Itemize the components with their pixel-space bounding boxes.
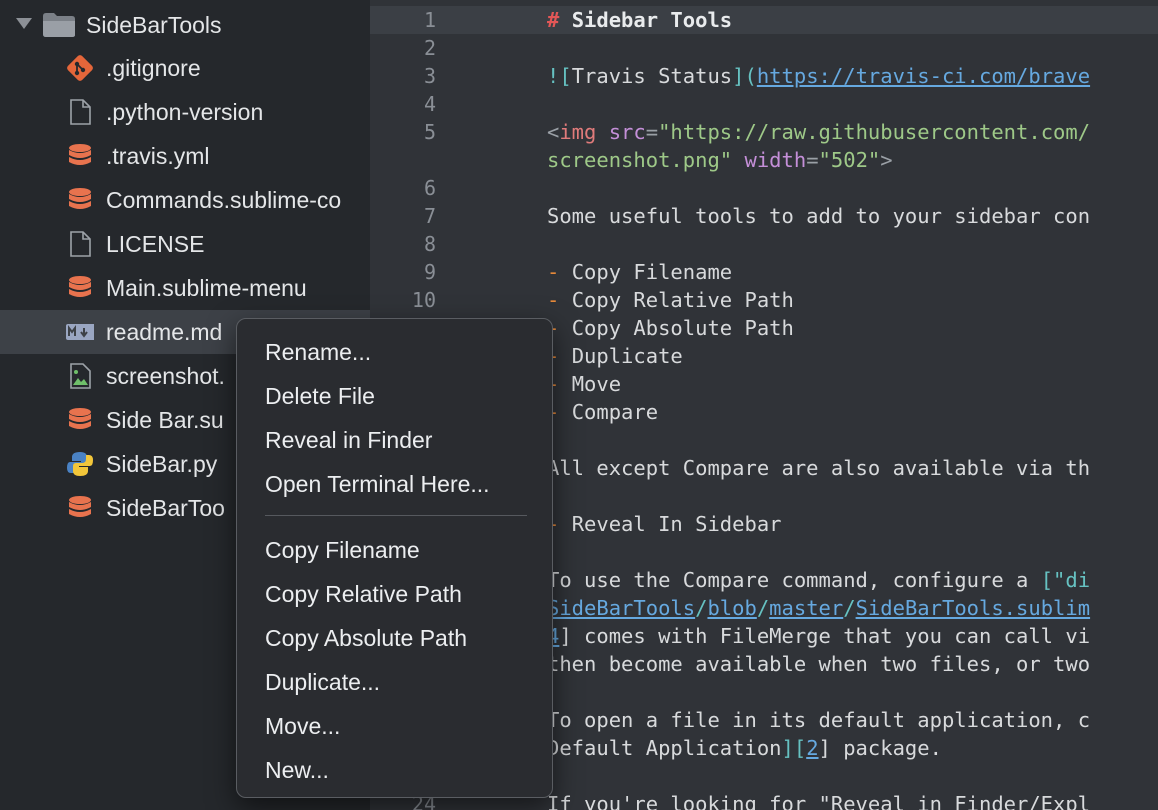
line-number: 8 (423, 232, 436, 256)
menu-separator (265, 515, 527, 516)
database-icon (69, 188, 91, 209)
file-row-commands[interactable]: Commands.sublime-co (0, 178, 370, 222)
file-label: .python-version (106, 99, 264, 125)
file-label: readme.md (106, 319, 223, 345)
file-label: SideBarToo (106, 495, 225, 521)
blank-file-icon (70, 231, 91, 257)
code-line: ![Travis Status](https://travis-ci.com/b… (547, 64, 1091, 88)
file-label: .travis.yml (106, 143, 210, 169)
line-number: 7 (423, 204, 436, 228)
line-number: 9 (423, 260, 436, 284)
line-number: 6 (423, 176, 436, 200)
file-row-python-version[interactable]: .python-version (0, 90, 370, 134)
code-line: All except Compare are also available vi… (547, 456, 1091, 480)
folder-label: SideBarTools (86, 12, 222, 38)
code-line: screenshot.png" width="502"> (547, 148, 893, 172)
line-number: 10 (411, 288, 436, 312)
menu-item-reveal-in-finder[interactable]: Reveal in Finder (265, 425, 432, 455)
database-icon (69, 408, 91, 429)
python-icon (67, 452, 93, 476)
folder-row-sidebartools[interactable]: SideBarTools (0, 2, 370, 46)
code-line: - Copy Filename (547, 260, 733, 284)
file-label: screenshot. (106, 363, 225, 389)
file-label: SideBar.py (106, 451, 218, 477)
database-icon (69, 276, 91, 297)
database-icon (69, 144, 91, 165)
markdown-icon (66, 324, 94, 340)
menu-item-open-terminal-here[interactable]: Open Terminal Here... (265, 469, 490, 499)
menu-item-copy-absolute-path[interactable]: Copy Absolute Path (265, 623, 467, 653)
code-line: If you're looking for "Reveal in Finder/… (547, 792, 1091, 810)
code-link: https://travis-ci.com/brave (756, 64, 1091, 88)
code-line: 4] comes with FileMerge that you can cal… (547, 624, 1091, 648)
code-line: - Reveal In Sidebar (547, 512, 782, 536)
file-label: .gitignore (106, 55, 201, 81)
menu-item-copy-filename[interactable]: Copy Filename (265, 535, 420, 565)
code-line: <img src="https://raw.githubusercontent.… (547, 120, 1091, 144)
code-line: SideBarTools/blob/master/SideBarTools.su… (547, 596, 1091, 620)
code-line: To open a file in its default applicatio… (547, 708, 1091, 732)
code-line: Default Application][2] package. (547, 736, 942, 760)
line-number: 3 (423, 64, 436, 88)
menu-item-duplicate[interactable]: Duplicate... (265, 667, 380, 697)
menu-item-new[interactable]: New... (265, 755, 329, 785)
blank-file-icon (70, 99, 91, 125)
code-line: - Duplicate (547, 344, 683, 368)
menu-item-rename[interactable]: Rename... (265, 337, 371, 367)
code-line: - Copy Absolute Path (547, 316, 794, 340)
disclosure-triangle-icon[interactable] (16, 18, 32, 29)
line-number: 4 (423, 92, 436, 116)
menu-item-delete-file[interactable]: Delete File (265, 381, 375, 411)
folder-icon (43, 13, 75, 37)
file-row-main-menu[interactable]: Main.sublime-menu (0, 266, 370, 310)
image-file-icon (70, 363, 91, 389)
file-label: Commands.sublime-co (106, 187, 342, 213)
code-line: Some useful tools to add to your sidebar… (547, 204, 1091, 228)
code-line: To use the Compare command, configure a … (547, 568, 1091, 592)
code-line: - Copy Relative Path (547, 288, 794, 312)
context-menu: Rename... Delete File Reveal in Finder O… (236, 318, 553, 798)
file-label: Side Bar.su (106, 407, 224, 433)
file-row-license[interactable]: LICENSE (0, 222, 370, 266)
git-icon (67, 55, 93, 81)
line-number: 5 (423, 120, 436, 144)
file-row-gitignore[interactable]: .gitignore (0, 46, 370, 90)
code-line: # Sidebar Tools (547, 8, 733, 32)
current-line-highlight (370, 6, 1158, 34)
line-number: 2 (423, 36, 436, 60)
menu-item-copy-relative-path[interactable]: Copy Relative Path (265, 579, 462, 609)
file-label: LICENSE (106, 231, 205, 257)
file-row-travis-yml[interactable]: .travis.yml (0, 134, 370, 178)
code-line: - Compare (547, 400, 659, 424)
code-line: then become available when two files, or… (547, 652, 1091, 676)
code-line: - Move (547, 372, 622, 396)
file-label: Main.sublime-menu (106, 275, 307, 301)
menu-item-move[interactable]: Move... (265, 711, 340, 741)
database-icon (69, 496, 91, 517)
line-number: 1 (423, 8, 436, 32)
